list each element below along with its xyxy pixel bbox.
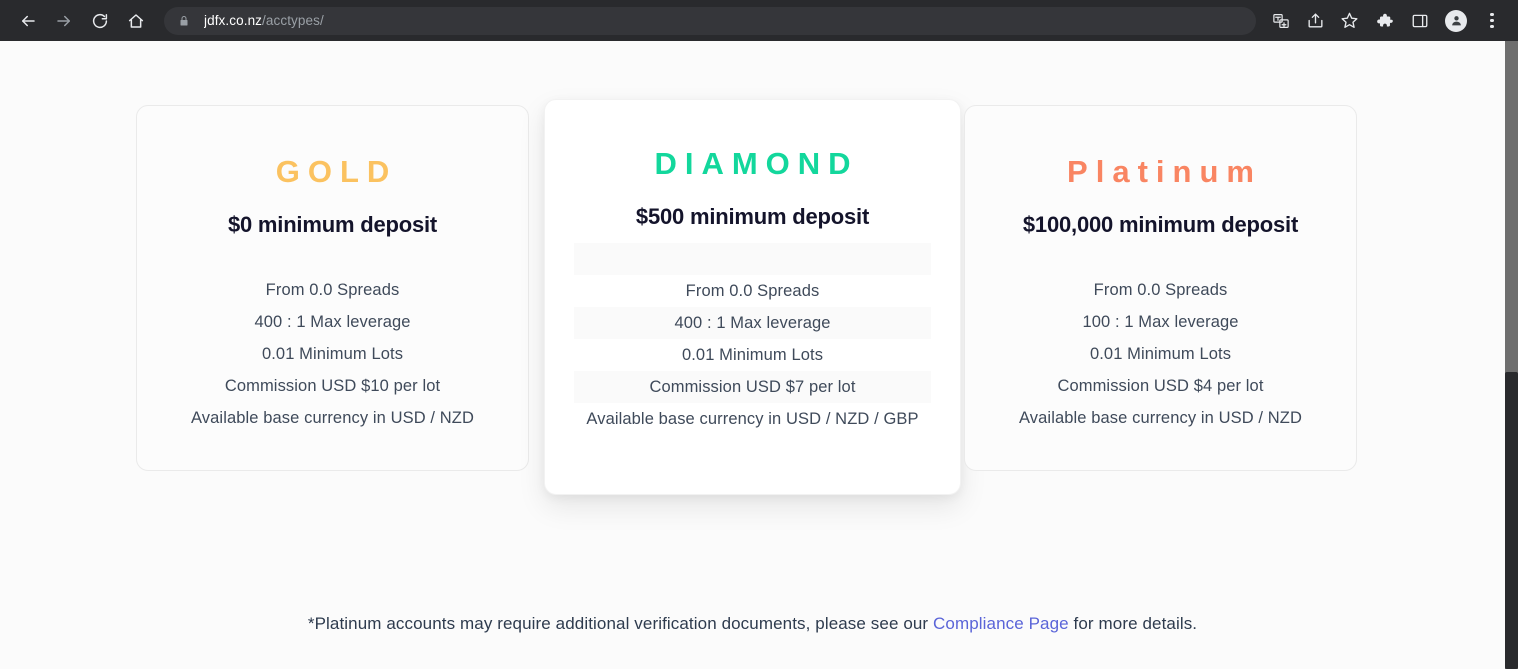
reload-button[interactable]	[85, 6, 115, 36]
lock-icon	[176, 13, 192, 29]
page-scrollbar-thumb[interactable]	[1505, 372, 1518, 669]
feature-spacer-row	[574, 243, 931, 275]
feature-list-platinum: From 0.0 Spreads 100 : 1 Max leverage 0.…	[965, 274, 1356, 434]
feature-item: Available base currency in USD / NZD	[191, 409, 474, 427]
forward-arrow-icon	[57, 15, 70, 26]
extensions-puzzle-icon[interactable]	[1369, 6, 1399, 36]
minimum-deposit-platinum: $100,000 minimum deposit	[1022, 212, 1299, 237]
chrome-menu-icon[interactable]	[1477, 6, 1507, 36]
footnote-text-after: for more details.	[1068, 614, 1198, 633]
footnote-disclaimer: *Platinum accounts may require additiona…	[0, 614, 1505, 634]
feature-item: Commission USD $4 per lot	[1057, 377, 1264, 395]
home-icon	[128, 13, 144, 28]
url-path: /acctypes/	[262, 13, 324, 28]
share-icon[interactable]	[1300, 6, 1330, 36]
avatar	[1445, 9, 1467, 32]
feature-item: 0.01 Minimum Lots	[1089, 345, 1232, 363]
feature-item: 0.01 Minimum Lots	[574, 339, 931, 371]
profile-avatar-icon[interactable]	[1441, 6, 1471, 36]
reload-icon	[92, 13, 108, 28]
page-scrollbar-track[interactable]	[1505, 41, 1518, 669]
feature-item: Commission USD $10 per lot	[224, 377, 441, 395]
address-bar[interactable]: jdfx.co.nz/acctypes/	[164, 6, 1256, 35]
feature-item: Commission USD $7 per lot	[574, 371, 931, 403]
forward-button[interactable]	[49, 6, 79, 36]
pricing-card-platinum[interactable]: Platinum $100,000 minimum deposit From 0…	[964, 105, 1357, 471]
feature-list-gold: From 0.0 Spreads 400 : 1 Max leverage 0.…	[137, 274, 528, 434]
page-viewport: GOLD $0 minimum deposit From 0.0 Spreads…	[0, 41, 1518, 669]
url-domain: jdfx.co.nz	[204, 13, 263, 28]
feature-item: Available base currency in USD / NZD	[1019, 409, 1302, 427]
feature-item: 400 : 1 Max leverage	[254, 313, 411, 331]
feature-item: From 0.0 Spreads	[1093, 281, 1228, 299]
home-button[interactable]	[121, 6, 151, 36]
feature-item: 400 : 1 Max leverage	[574, 307, 931, 339]
toolbar-icon-group	[1264, 6, 1510, 36]
pricing-card-diamond[interactable]: DIAMOND $500 minimum deposit From 0.0 Sp…	[544, 99, 961, 495]
feature-list-diamond: From 0.0 Spreads 400 : 1 Max leverage 0.…	[545, 243, 960, 435]
tier-title-gold: GOLD	[275, 154, 398, 189]
url-text: jdfx.co.nz/acctypes/	[204, 13, 324, 28]
feature-item: Available base currency in USD / NZD / G…	[574, 403, 931, 435]
compliance-page-link[interactable]: Compliance Page	[933, 614, 1069, 633]
tier-title-diamond: DIAMOND	[654, 146, 859, 181]
feature-item: 0.01 Minimum Lots	[261, 345, 404, 363]
minimum-deposit-gold: $0 minimum deposit	[227, 212, 438, 237]
pricing-card-gold[interactable]: GOLD $0 minimum deposit From 0.0 Spreads…	[136, 105, 529, 471]
bookmark-star-icon[interactable]	[1334, 6, 1364, 36]
translate-icon[interactable]	[1266, 6, 1296, 36]
minimum-deposit-diamond: $500 minimum deposit	[635, 204, 870, 229]
back-arrow-icon	[22, 15, 35, 26]
footnote-text-before: *Platinum accounts may require additiona…	[307, 614, 934, 633]
tier-title-platinum: Platinum	[1067, 154, 1262, 189]
browser-toolbar: jdfx.co.nz/acctypes/	[0, 0, 1518, 41]
back-button[interactable]	[13, 6, 43, 36]
feature-item: From 0.0 Spreads	[574, 275, 931, 307]
side-panel-icon[interactable]	[1405, 6, 1435, 36]
feature-item: From 0.0 Spreads	[265, 281, 400, 299]
pricing-cards-container: GOLD $0 minimum deposit From 0.0 Spreads…	[136, 99, 1357, 505]
feature-item: 100 : 1 Max leverage	[1082, 313, 1239, 331]
